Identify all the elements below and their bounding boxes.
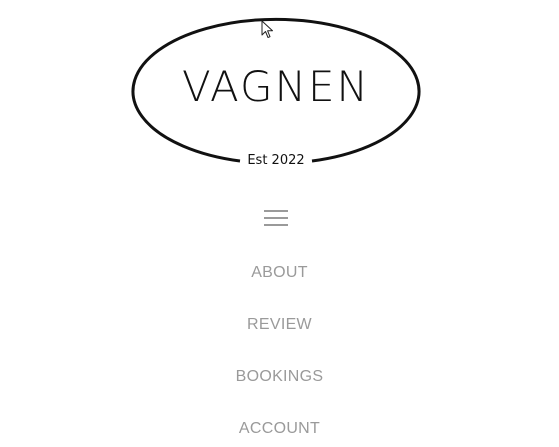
logo-wordmark: VAGNEN <box>182 62 370 111</box>
nav-item-bookings[interactable]: BOOKINGS <box>0 367 559 387</box>
nav-item-review[interactable]: REVIEW <box>0 315 559 335</box>
nav-item-about[interactable]: ABOUT <box>0 263 559 283</box>
nav-item-account[interactable]: ACCOUNT <box>0 419 559 439</box>
mouse-pointer-icon <box>261 20 273 38</box>
site-logo[interactable]: VAGNEN Est 2022 <box>128 14 424 174</box>
nav-item-label: ACCOUNT <box>238 420 321 437</box>
nav-item-label: ABOUT <box>251 264 308 281</box>
hamburger-menu-icon[interactable] <box>262 207 290 229</box>
nav-item-label: BOOKINGS <box>235 368 324 385</box>
logo-established-year: Est 2022 <box>247 153 305 168</box>
nav-item-label: REVIEW <box>247 316 312 333</box>
